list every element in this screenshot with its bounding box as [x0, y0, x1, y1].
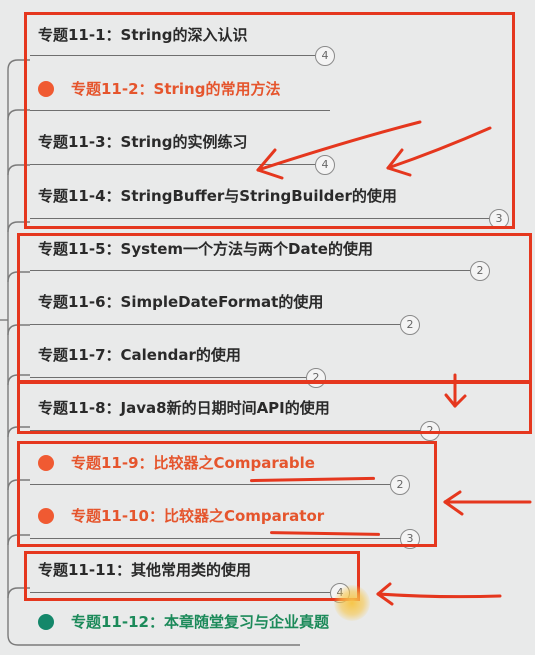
arrow-icon — [256, 120, 422, 172]
arrow-icon — [386, 126, 492, 170]
annotation-arrows — [256, 120, 532, 606]
arrow-icon — [256, 168, 284, 180]
cursor-highlight-icon — [334, 585, 370, 621]
mind-map: 专题11-1：String的深入认识 专题11-2：String的常用方法 专题… — [0, 0, 535, 655]
arrow-icon — [443, 500, 464, 516]
arrow-icon — [376, 582, 392, 596]
arrow-icon — [376, 592, 502, 599]
arrow-icon — [386, 166, 412, 177]
